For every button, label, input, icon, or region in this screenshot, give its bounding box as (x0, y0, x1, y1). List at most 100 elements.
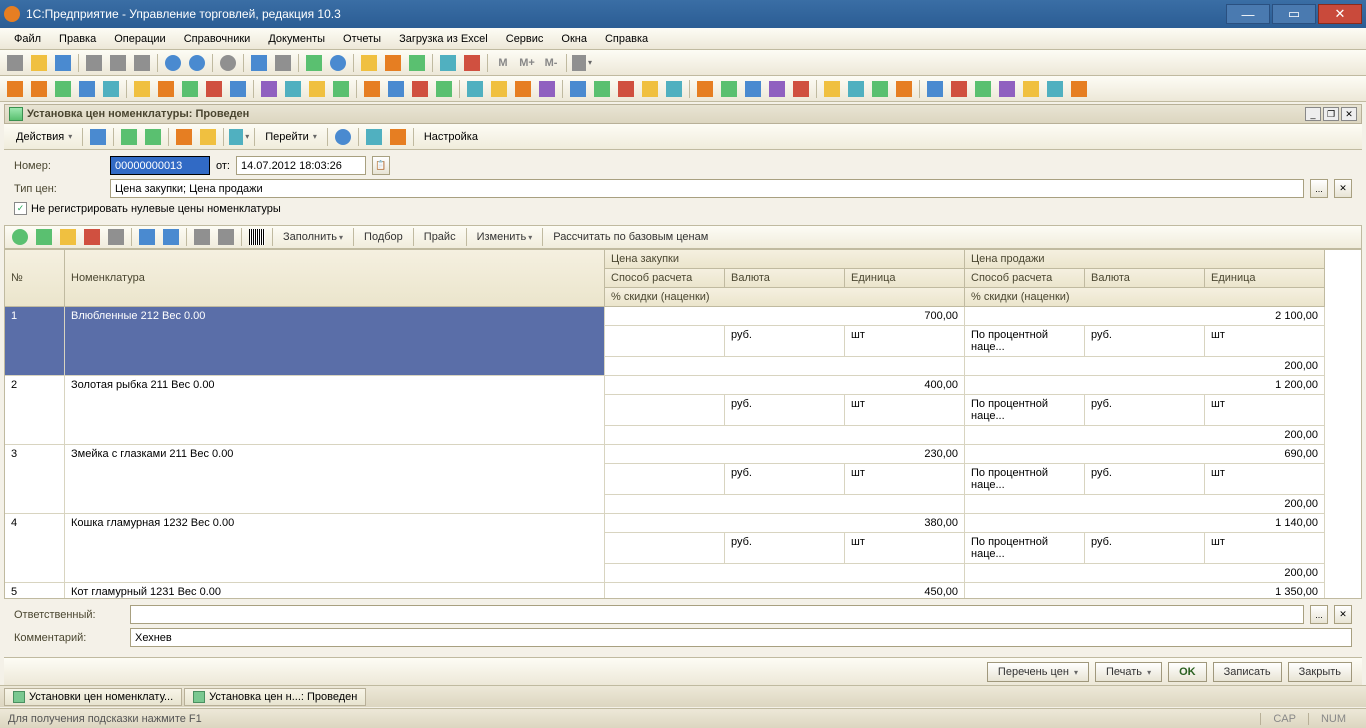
tb2-3[interactable] (52, 78, 74, 100)
tab-1[interactable]: Установка цен н...: Проведен (184, 688, 366, 706)
doc-minimize[interactable]: _ (1305, 107, 1321, 121)
cell-price2[interactable]: 2 100,00 (965, 307, 1325, 326)
cell-cur2[interactable]: руб. (1085, 533, 1205, 564)
move-down-icon[interactable] (160, 226, 182, 248)
tb2-29[interactable] (718, 78, 740, 100)
cell-unit1[interactable]: шт (845, 533, 965, 564)
copy-row-icon[interactable] (33, 226, 55, 248)
tb2-25[interactable] (615, 78, 637, 100)
undo-icon[interactable] (162, 52, 184, 74)
comment-input[interactable] (130, 628, 1352, 647)
cell-method1[interactable] (605, 464, 725, 495)
tb2-19[interactable] (464, 78, 486, 100)
tb2-1[interactable] (4, 78, 26, 100)
tb2-36[interactable] (893, 78, 915, 100)
maximize-button[interactable]: ▭ (1272, 4, 1316, 24)
act-icon-2[interactable] (118, 126, 140, 148)
tb2-6[interactable] (131, 78, 153, 100)
col-unit1[interactable]: Единица (845, 269, 965, 288)
cell-cur1[interactable]: руб. (725, 326, 845, 357)
tool-icon[interactable] (358, 52, 380, 74)
tb2-38[interactable] (948, 78, 970, 100)
responsible-select[interactable]: ... (1310, 605, 1328, 624)
cell-disc1[interactable] (605, 564, 965, 583)
cell-disc1[interactable] (605, 357, 965, 376)
cell-price2[interactable]: 1 350,00 (965, 583, 1325, 599)
price-grid[interactable]: № Номенклатура Цена закупки Цена продажи… (4, 249, 1362, 599)
col-calc1[interactable]: Способ расчета (605, 269, 725, 288)
cell-cur2[interactable]: руб. (1085, 326, 1205, 357)
col-disc1[interactable]: % скидки (наценки) (605, 288, 965, 307)
redo-icon[interactable] (186, 52, 208, 74)
cell-price2[interactable]: 1 200,00 (965, 376, 1325, 395)
tb2-13[interactable] (306, 78, 328, 100)
help-icon[interactable] (332, 126, 354, 148)
cell-num[interactable]: 4 (5, 514, 65, 583)
tb2-39[interactable] (972, 78, 994, 100)
menu-operations[interactable]: Операции (106, 31, 173, 47)
cell-unit2[interactable]: шт (1205, 533, 1325, 564)
new-icon[interactable] (4, 52, 26, 74)
tb2-8[interactable] (179, 78, 201, 100)
minimize-button[interactable]: — (1226, 4, 1270, 24)
sort-az-icon[interactable] (191, 226, 213, 248)
ok-button[interactable]: OK (1168, 662, 1207, 682)
menu-windows[interactable]: Окна (553, 31, 595, 47)
tb2-30[interactable] (742, 78, 764, 100)
print-button[interactable]: Печать ▾ (1095, 662, 1162, 682)
tb2-10[interactable] (227, 78, 249, 100)
cell-name[interactable]: Кошка гламурная 1232 Вес 0.00 (65, 514, 605, 583)
tb2-40[interactable] (996, 78, 1018, 100)
save-button[interactable]: Записать (1213, 662, 1282, 682)
tb2-22[interactable] (536, 78, 558, 100)
responsible-clear[interactable]: ✕ (1334, 605, 1352, 624)
menu-edit[interactable]: Правка (51, 31, 104, 47)
paste-icon[interactable] (131, 52, 153, 74)
calc-icon[interactable] (272, 52, 294, 74)
cell-cur1[interactable]: руб. (725, 464, 845, 495)
tool5-icon[interactable] (461, 52, 483, 74)
tb2-21[interactable] (512, 78, 534, 100)
act-icon-3[interactable] (142, 126, 164, 148)
tb2-27[interactable] (663, 78, 685, 100)
tb2-28[interactable] (694, 78, 716, 100)
menu-service[interactable]: Сервис (498, 31, 552, 47)
tb2-31[interactable] (766, 78, 788, 100)
tb2-16[interactable] (385, 78, 407, 100)
tb2-24[interactable] (591, 78, 613, 100)
tb2-7[interactable] (155, 78, 177, 100)
actions-dropdown[interactable]: Действия▾ (10, 129, 78, 145)
cell-name[interactable]: Кот гламурный 1231 Вес 0.00 (65, 583, 605, 599)
tb2-33[interactable] (821, 78, 843, 100)
cell-unit2[interactable]: шт (1205, 395, 1325, 426)
responsible-input[interactable] (130, 605, 1304, 624)
price-button[interactable]: Прайс (418, 229, 462, 245)
tb2-42[interactable] (1044, 78, 1066, 100)
cell-price1[interactable]: 230,00 (605, 445, 965, 464)
act-icon-5[interactable] (197, 126, 219, 148)
tb2-37[interactable] (924, 78, 946, 100)
act-icon-4[interactable] (173, 126, 195, 148)
pricelist-button[interactable]: Перечень цен ▾ (987, 662, 1089, 682)
cell-name[interactable]: Золотая рыбка 211 Вес 0.00 (65, 376, 605, 445)
act-icon-1[interactable] (87, 126, 109, 148)
col-num[interactable]: № (5, 250, 65, 307)
tool3-icon[interactable] (406, 52, 428, 74)
sort-za-icon[interactable] (215, 226, 237, 248)
menu-refs[interactable]: Справочники (176, 31, 259, 47)
goto-dropdown[interactable]: Перейти▾ (259, 129, 323, 145)
col-purchase[interactable]: Цена закупки (605, 250, 965, 269)
doc-restore[interactable]: ❐ (1323, 107, 1339, 121)
act-icon-8[interactable] (387, 126, 409, 148)
menu-reports[interactable]: Отчеты (335, 31, 389, 47)
tb2-35[interactable] (869, 78, 891, 100)
pricetype-clear-button[interactable]: ✕ (1334, 179, 1352, 198)
settings-link[interactable]: Настройка (418, 129, 484, 145)
cell-num[interactable]: 2 (5, 376, 65, 445)
calendar-icon[interactable] (248, 52, 270, 74)
cell-unit2[interactable]: шт (1205, 464, 1325, 495)
cell-disc2[interactable]: 200,00 (965, 426, 1325, 445)
barcode-icon[interactable] (246, 226, 268, 248)
cell-method1[interactable] (605, 533, 725, 564)
open-icon[interactable] (28, 52, 50, 74)
